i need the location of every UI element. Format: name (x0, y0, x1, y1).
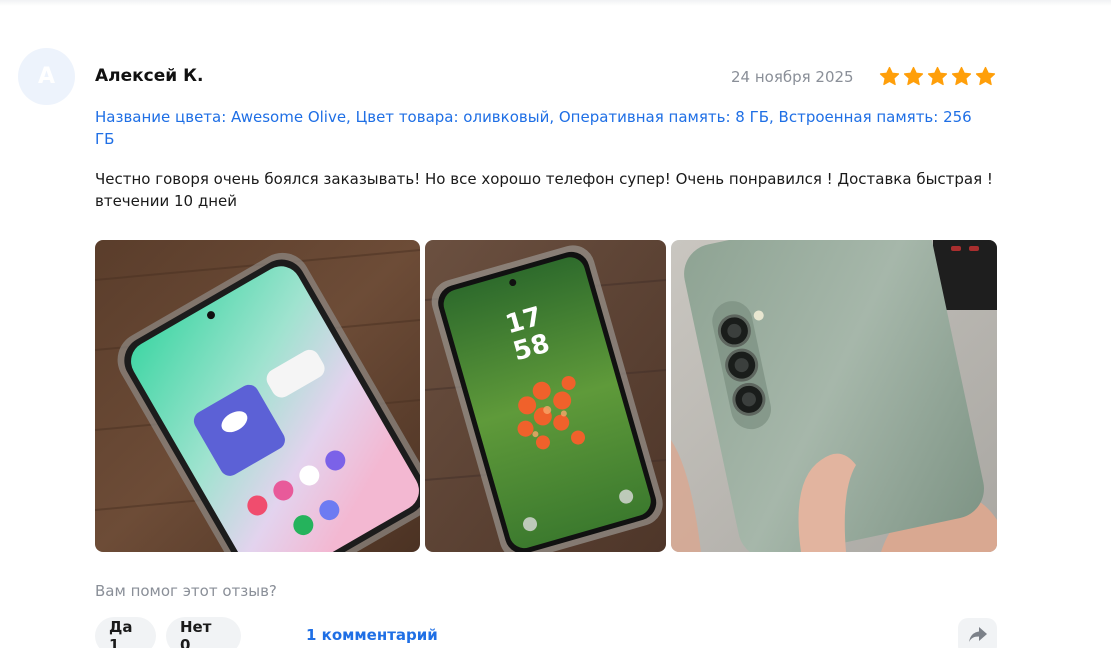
review-text: Честно говоря очень боялся заказывать! Н… (95, 170, 993, 210)
share-button[interactable] (958, 618, 997, 648)
avatar: А (18, 48, 75, 105)
star-icon (903, 66, 924, 86)
product-specs: Название цвета: Awesome Olive, Цвет това… (95, 108, 972, 148)
rating-stars (879, 66, 996, 87)
vote-yes-label: Да 1 (109, 618, 133, 648)
helpful-question: Вам помог этот отзыв? (95, 582, 277, 600)
top-divider (0, 0, 1111, 6)
vote-no-button[interactable]: Нет 0 (166, 617, 241, 648)
share-icon (968, 626, 988, 648)
comments-link[interactable]: 1 комментарий (306, 626, 438, 644)
review-date: 24 ноября 2025 (731, 68, 854, 86)
review-photo-3[interactable] (671, 240, 997, 552)
star-icon (879, 66, 900, 86)
star-icon (951, 66, 972, 86)
star-icon (975, 66, 996, 86)
star-icon (927, 66, 948, 86)
review-photo-2[interactable]: 17 58 (425, 240, 666, 552)
vote-yes-button[interactable]: Да 1 (95, 617, 156, 648)
review-author: Алексей К. (95, 66, 204, 86)
vote-no-label: Нет 0 (180, 618, 212, 648)
review-photo-1[interactable] (95, 240, 420, 552)
